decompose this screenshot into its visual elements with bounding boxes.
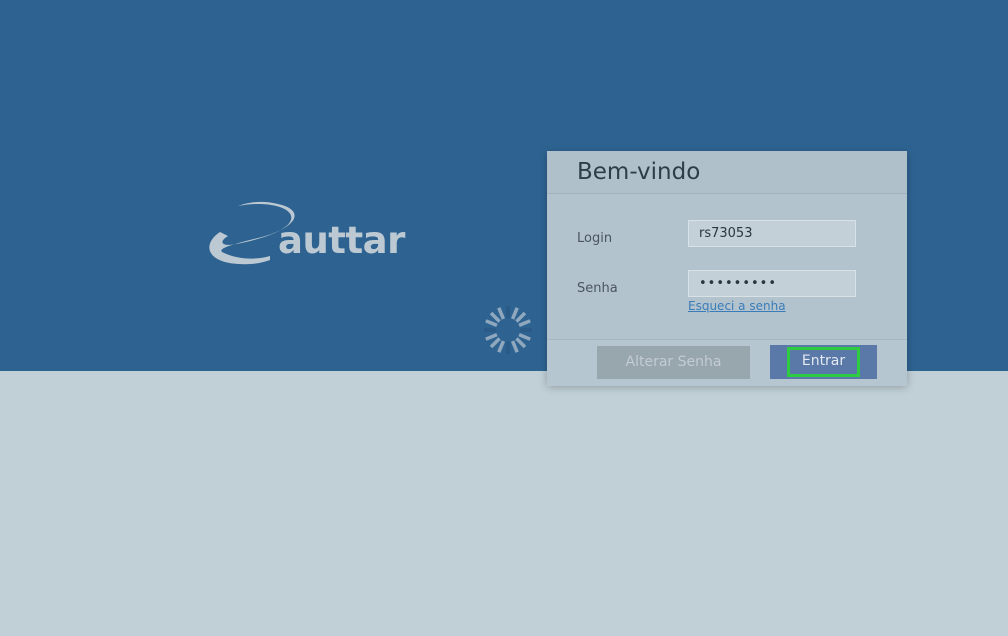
dialog-title: Bem-vindo [577,159,701,185]
spinner-segment [485,319,498,328]
submit-button[interactable]: Entrar [770,345,877,379]
login-page: auttar Bem-vindo Login rs73053 Senha •••… [0,0,1008,636]
password-input[interactable]: ••••••••• [688,270,856,297]
spinner-segment [489,311,501,323]
spinner-segment [518,319,531,328]
login-input[interactable]: rs73053 [688,220,856,247]
password-label: Senha [577,281,618,296]
spinner-segment [518,332,531,341]
dialog-footer: Alterar Senha Entrar [547,339,907,386]
spinner-segment [497,340,506,353]
spinner-segment [497,307,506,320]
dialog-header: Bem-vindo [547,151,907,194]
logo-text: auttar [278,219,405,262]
spinner-segment [485,332,498,341]
spinner-segment [515,311,527,323]
spinner-segment [510,307,519,320]
login-label: Login [577,231,613,246]
spinner-segment [510,340,519,353]
spinner-icon [482,304,534,356]
forgot-password-link[interactable]: Esqueci a senha [688,299,786,313]
spinner-segment [489,337,501,349]
login-dialog: Bem-vindo Login rs73053 Senha ••••••••• … [547,151,907,386]
spinner-segment [515,337,527,349]
auttar-logo: auttar [198,200,405,270]
focus-ring [787,347,860,377]
change-password-button[interactable]: Alterar Senha [597,346,750,379]
